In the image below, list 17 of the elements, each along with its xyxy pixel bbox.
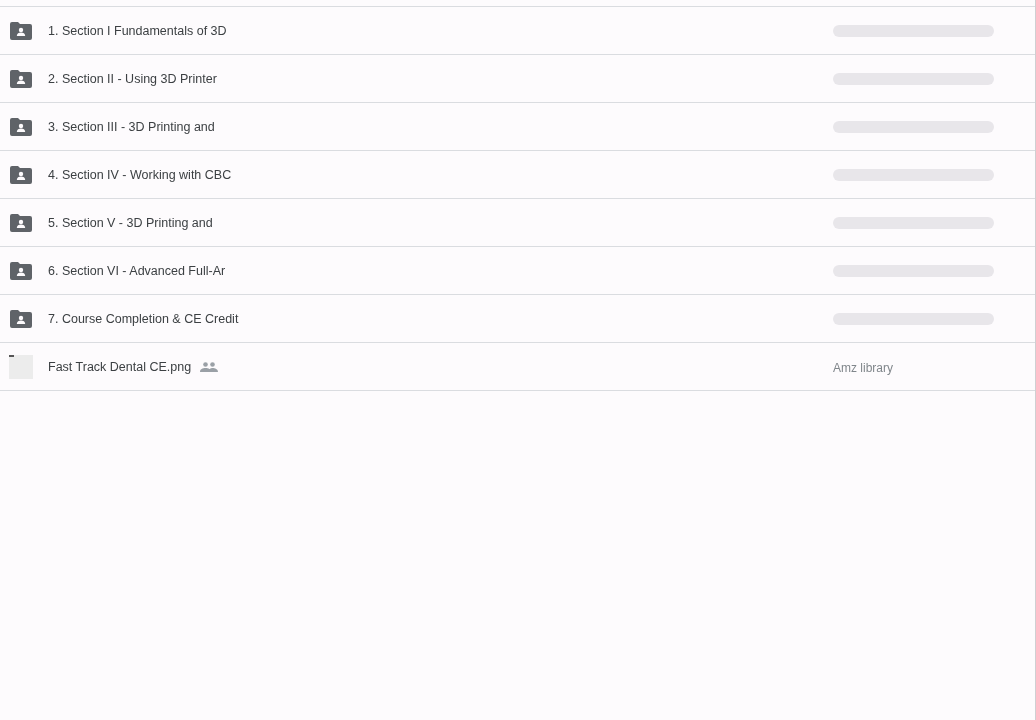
shared-folder-icon — [10, 261, 32, 280]
item-name[interactable]: 6. Section VI - Advanced Full-Ar — [48, 263, 226, 278]
item-name[interactable]: Fast Track Dental CE.png — [48, 359, 192, 374]
shared-folder-icon — [10, 309, 32, 328]
item-name[interactable]: 3. Section III - 3D Printing and — [48, 119, 215, 134]
location-text: Amz library — [833, 360, 893, 375]
item-name[interactable]: 7. Course Completion & CE Credit — [48, 311, 239, 326]
item-name[interactable]: 5. Section V - 3D Printing and — [48, 215, 213, 230]
image-thumbnail-icon — [9, 354, 33, 379]
item-name[interactable]: 2. Section II - Using 3D Printer — [48, 71, 217, 86]
item-name[interactable]: 4. Section IV - Working with CBC — [48, 167, 232, 182]
shared-folder-icon — [10, 165, 32, 184]
shared-folder-icon — [10, 69, 32, 88]
shared-folder-icon — [10, 117, 32, 136]
shared-folder-icon — [10, 213, 32, 232]
item-name[interactable]: 1. Section I Fundamentals of 3D — [48, 23, 227, 38]
shared-folder-icon — [10, 21, 32, 40]
